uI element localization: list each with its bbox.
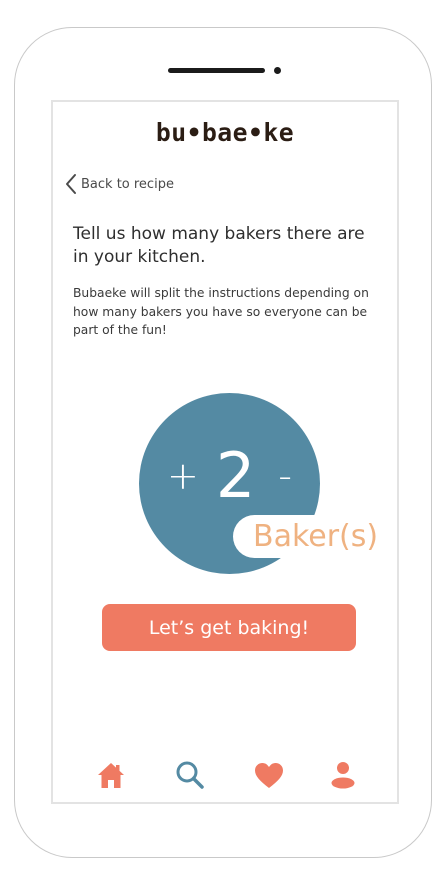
lets-get-baking-button[interactable]: Let’s get baking! — [102, 604, 356, 651]
decrement-button[interactable]: - — [278, 457, 292, 495]
nav-favorites[interactable] — [252, 758, 286, 792]
heart-icon — [255, 762, 283, 788]
home-icon — [98, 763, 124, 788]
search-icon — [176, 761, 204, 789]
nav-profile[interactable] — [326, 758, 360, 792]
nav-search[interactable] — [173, 758, 207, 792]
bottom-nav — [53, 758, 397, 794]
phone-camera — [274, 67, 281, 74]
logo-text: bu•bae•ke — [156, 118, 294, 147]
page-description: Bubaeke will split the instructions depe… — [73, 286, 369, 337]
back-to-recipe-link[interactable]: Back to recipe — [65, 172, 174, 196]
phone-speaker — [168, 68, 265, 73]
increment-button[interactable]: + — [167, 457, 199, 495]
baker-unit-label: Baker(s) — [253, 519, 379, 554]
app-screen: bu•bae•ke Back to recipe Tell us how man… — [51, 100, 399, 804]
baker-unit-pill: Baker(s) — [233, 515, 397, 558]
page-headline: Tell us how many bakers there are in you… — [73, 224, 365, 267]
app-logo: bu•bae•ke — [156, 118, 294, 147]
user-icon — [331, 762, 355, 789]
chevron-left-icon — [66, 174, 76, 194]
baker-count-value: 2 — [215, 439, 256, 512]
back-to-recipe-label: Back to recipe — [81, 176, 174, 192]
nav-home[interactable] — [94, 758, 128, 792]
